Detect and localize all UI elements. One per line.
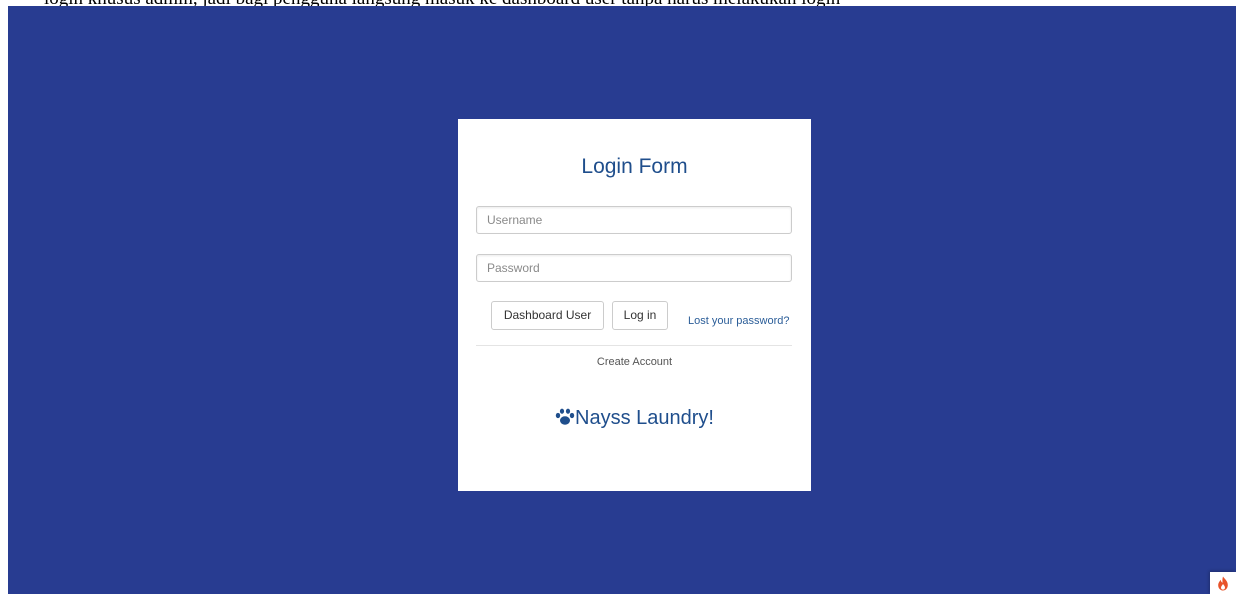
login-page-background: Login Form Dashboard User Log in Lost yo…: [8, 6, 1236, 594]
lost-password-link[interactable]: Lost your password?: [688, 315, 790, 327]
password-input[interactable]: [476, 254, 792, 282]
login-form-title: Login Form: [581, 155, 688, 178]
dashboard-user-button[interactable]: Dashboard User: [491, 301, 604, 330]
login-card: Login Form Dashboard User Log in Lost yo…: [458, 119, 811, 491]
paw-icon: [555, 408, 575, 425]
brand-name: Nayss Laundry!: [575, 407, 714, 429]
flame-icon: [1218, 576, 1228, 591]
corner-badge[interactable]: [1210, 572, 1236, 594]
create-account-link[interactable]: Create Account: [458, 356, 811, 368]
login-button[interactable]: Log in: [612, 301, 668, 330]
form-divider: [476, 345, 792, 346]
username-input[interactable]: [476, 206, 792, 234]
brand-heading: Nayss Laundry!: [458, 407, 811, 430]
